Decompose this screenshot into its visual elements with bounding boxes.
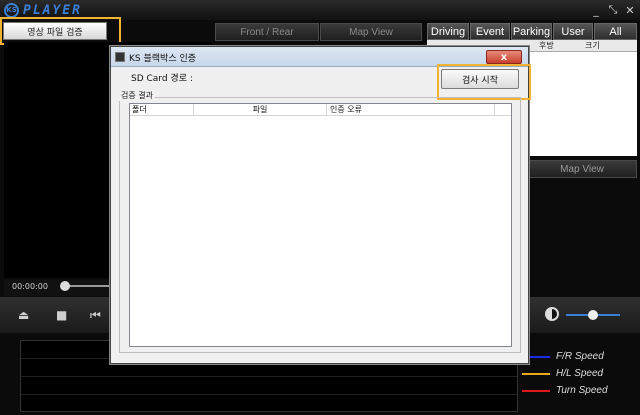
- tab-all[interactable]: All: [594, 23, 637, 40]
- close-icon[interactable]: ✕: [623, 3, 637, 17]
- app-logo: KS PLAYER: [4, 2, 82, 18]
- result-list-header: 폴더 파일 인증 오류: [130, 104, 511, 116]
- seek-handle[interactable]: [60, 281, 70, 291]
- graph-gridline: [21, 394, 517, 395]
- highlight-verify-button: [0, 17, 121, 45]
- result-list[interactable]: 폴더 파일 인증 오류: [129, 103, 512, 347]
- stop-icon[interactable]: ■: [56, 308, 67, 322]
- ks-logo-icon: KS: [4, 2, 19, 18]
- brightness-handle[interactable]: [588, 310, 598, 320]
- certification-dialog: KS 블랙박스 인증 x SD Card 경로 : 검사 시작 검증 결과 폴더…: [110, 46, 531, 364]
- map-view-panel-tab[interactable]: Map View: [527, 160, 637, 178]
- playback-time: 00:00:00: [12, 282, 48, 291]
- seek-track[interactable]: [64, 285, 110, 287]
- player-app: KS PLAYER _ ⤡ ✕ 영상 파일 검증 Front / Rear Ma…: [0, 0, 640, 415]
- window-controls: _ ⤡ ✕: [589, 3, 637, 17]
- legend-swatch: [522, 389, 550, 392]
- graph-gridline: [21, 376, 517, 377]
- col-size: 크기: [585, 41, 600, 50]
- dialog-close-button[interactable]: x: [486, 50, 522, 64]
- col-rear: 후방: [539, 41, 554, 50]
- restore-icon[interactable]: ⤡: [606, 3, 620, 17]
- tab-driving[interactable]: Driving: [427, 23, 469, 40]
- legend-turn-speed: Turn Speed: [522, 385, 608, 396]
- app-title: PLAYER: [23, 2, 82, 18]
- tab-event[interactable]: Event: [470, 23, 510, 40]
- eject-icon[interactable]: ⏏: [18, 308, 29, 322]
- previous-icon[interactable]: ⏮: [90, 308, 101, 323]
- legend-hl-speed: H/L Speed: [522, 368, 603, 379]
- highlight-start-button: [437, 64, 531, 100]
- tab-user[interactable]: User: [553, 23, 593, 40]
- legend-swatch: [522, 372, 550, 375]
- tab-front-rear[interactable]: Front / Rear: [215, 23, 319, 41]
- sd-card-path-label: SD Card 경로 :: [131, 74, 193, 84]
- brightness-icon: [545, 307, 559, 321]
- tab-parking[interactable]: Parking: [511, 23, 552, 40]
- col-cert-error[interactable]: 인증 오류: [327, 104, 495, 116]
- legend-label: F/R Speed: [556, 351, 604, 362]
- minimize-icon[interactable]: _: [589, 3, 603, 17]
- dialog-title: KS 블랙박스 인증: [129, 54, 197, 64]
- result-group-label: 검증 결과: [119, 90, 155, 101]
- legend-label: H/L Speed: [556, 368, 604, 379]
- tab-map-view[interactable]: Map View: [320, 23, 422, 41]
- dialog-app-icon: [115, 52, 125, 62]
- legend-label: Turn Speed: [556, 385, 608, 396]
- col-file[interactable]: 파일: [194, 104, 327, 116]
- legend-fr-speed: F/R Speed: [522, 351, 604, 362]
- col-folder[interactable]: 폴더: [130, 104, 194, 116]
